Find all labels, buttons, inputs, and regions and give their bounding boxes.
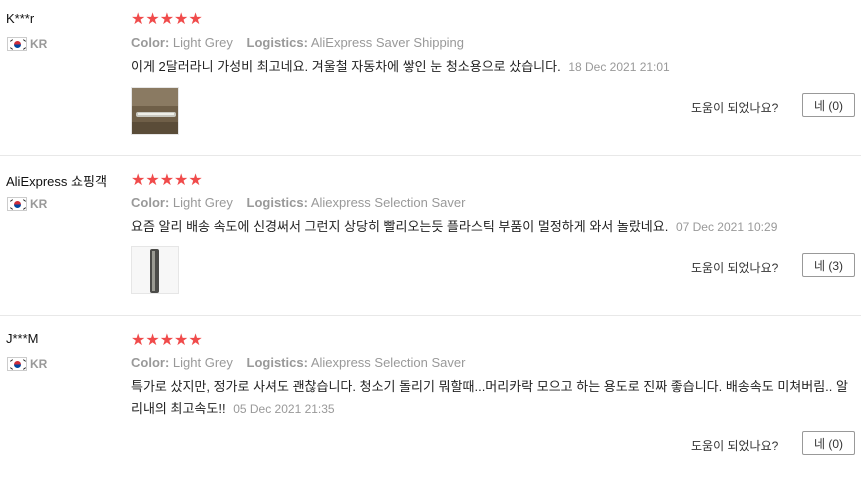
helpful-question: 도움이 되었나요?	[691, 439, 779, 453]
reviewer-country: KR	[7, 357, 47, 371]
helpful-yes-button[interactable]: 네 (0)	[802, 431, 855, 455]
color-value: Light Grey	[172, 195, 233, 210]
star-rating-icons: ★★★★★	[131, 330, 203, 349]
review-content: 이게 2달러라니 가성비 최고네요. 겨울철 자동차에 쌓인 눈 청소용으로 샀…	[131, 59, 561, 74]
color-label: Color:	[131, 355, 170, 370]
helpful-question: 도움이 되었나요?	[691, 261, 779, 275]
star-rating-icons: ★★★★★	[131, 9, 203, 28]
country-code: KR	[30, 357, 48, 371]
country-code: KR	[30, 37, 48, 51]
logistics-label: Logistics:	[246, 195, 308, 210]
color-label: Color:	[131, 195, 170, 210]
review-text: 특가로 샀지만, 정가로 사셔도 괜찮습니다. 청소기 돌리기 뭐할때...머리…	[131, 376, 853, 420]
reviewer-name: K***r	[6, 11, 35, 26]
star-rating: ★★★★★	[131, 11, 203, 27]
reviewer-name: J***M	[6, 331, 39, 346]
reviewer-country: KR	[7, 37, 47, 51]
review-item: J***M KR ★★★★★ Color: Light Grey Logisti…	[0, 316, 861, 479]
logistics-label: Logistics:	[246, 35, 308, 50]
review-date: 07 Dec 2021 10:29	[675, 220, 778, 234]
logistics-value: Aliexpress Selection Saver	[310, 195, 466, 210]
review-text: 이게 2달러라니 가성비 최고네요. 겨울철 자동차에 쌓인 눈 청소용으로 샀…	[131, 56, 831, 78]
helpful-yes-button[interactable]: 네 (0)	[802, 93, 855, 117]
review-text: 요즘 알리 배송 속도에 신경써서 그런지 상당히 빨리오는듯 플라스틱 부품이…	[131, 216, 851, 238]
country-code: KR	[30, 197, 48, 211]
star-rating-icons: ★★★★★	[131, 170, 203, 189]
logistics-value: AliExpress Saver Shipping	[310, 35, 465, 50]
color-value: Light Grey	[172, 355, 233, 370]
logistics-label: Logistics:	[246, 355, 308, 370]
review-attributes: Color: Light Grey Logistics: Aliexpress …	[131, 195, 475, 210]
review-photo[interactable]	[131, 87, 179, 135]
review-date: 18 Dec 2021 21:01	[568, 60, 670, 74]
helpful-question: 도움이 되었나요?	[691, 101, 779, 115]
star-rating: ★★★★★	[131, 332, 203, 348]
review-item: K***r KR ★★★★★ Color: Light Grey Logisti…	[0, 0, 861, 155]
helpful-yes-button[interactable]: 네 (3)	[802, 253, 855, 277]
review-attributes: Color: Light Grey Logistics: Aliexpress …	[131, 355, 475, 370]
review-attributes: Color: Light Grey Logistics: AliExpress …	[131, 35, 474, 50]
star-rating: ★★★★★	[131, 172, 203, 188]
reviewer-name: AliExpress 쇼핑객	[6, 174, 107, 189]
logistics-value: Aliexpress Selection Saver	[310, 355, 466, 370]
reviewer-country: KR	[7, 197, 47, 211]
color-value: Light Grey	[172, 35, 233, 50]
review-item: AliExpress 쇼핑객 KR ★★★★★ Color: Light Gre…	[0, 156, 861, 315]
review-content: 요즘 알리 배송 속도에 신경써서 그런지 상당히 빨리오는듯 플라스틱 부품이…	[131, 219, 669, 234]
color-label: Color:	[131, 35, 170, 50]
review-date: 05 Dec 2021 21:35	[233, 402, 335, 416]
korea-flag-icon	[7, 197, 27, 211]
korea-flag-icon	[7, 357, 27, 371]
review-photo[interactable]	[131, 246, 179, 294]
korea-flag-icon	[7, 37, 27, 51]
